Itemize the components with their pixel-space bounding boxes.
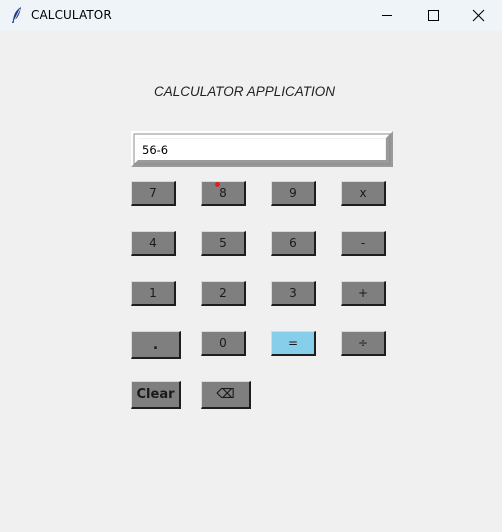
key-6[interactable]: 6 [271, 231, 316, 256]
key-3[interactable]: 3 [271, 281, 316, 306]
minimize-icon [382, 15, 392, 16]
key-4[interactable]: 4 [131, 231, 176, 256]
maximize-icon [428, 10, 439, 21]
divide-button[interactable]: ÷ [341, 331, 386, 356]
clear-button[interactable]: Clear [131, 381, 181, 409]
key-0[interactable]: 0 [201, 331, 246, 356]
app-heading: CALCULATOR APPLICATION [154, 84, 336, 99]
window-title: CALCULATOR [31, 8, 112, 22]
calculator-window: CALCULATOR CALCULATOR APPLICATION 56-6 7… [0, 0, 502, 532]
display-input[interactable] [137, 139, 385, 160]
close-icon [472, 9, 485, 22]
key-1[interactable]: 1 [131, 281, 176, 306]
add-button[interactable]: + [341, 281, 386, 306]
title-bar[interactable]: CALCULATOR [0, 0, 502, 31]
key-5[interactable]: 5 [201, 231, 246, 256]
cursor-marker [215, 182, 220, 187]
backspace-button[interactable]: ⌫ [201, 381, 251, 409]
key-8[interactable]: 8 [201, 181, 246, 206]
feather-icon [9, 5, 25, 25]
subtract-button[interactable]: - [341, 231, 386, 256]
multiply-button[interactable]: x [341, 181, 386, 206]
decimal-button[interactable]: . [131, 331, 181, 359]
key-9[interactable]: 9 [271, 181, 316, 206]
close-button[interactable] [456, 0, 502, 31]
key-2[interactable]: 2 [201, 281, 246, 306]
key-7[interactable]: 7 [131, 181, 176, 206]
minimize-button[interactable] [364, 0, 410, 31]
maximize-button[interactable] [410, 0, 456, 31]
equals-button[interactable]: = [271, 331, 316, 356]
